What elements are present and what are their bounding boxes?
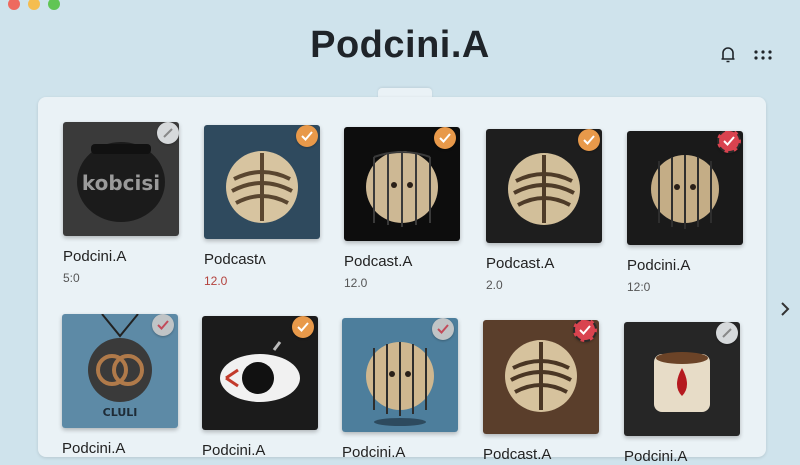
podcast-artwork	[344, 127, 460, 241]
grid-dots-icon[interactable]	[752, 44, 774, 66]
checkbox-icon[interactable]	[716, 322, 738, 344]
podcast-name: Podcini.A	[624, 448, 688, 465]
podcast-artwork	[486, 129, 602, 243]
app-title: Podcini.A	[310, 24, 490, 66]
podcast-name: Podcini.A	[202, 442, 266, 459]
podcast-value: 2.0	[486, 278, 503, 292]
podcast-card[interactable]: Podcini.A	[624, 322, 740, 465]
podcast-name: Podcini.A	[62, 440, 126, 457]
podcast-artwork: CLULI	[62, 314, 178, 428]
podcast-card[interactable]: Podcini.A 12:0	[627, 131, 743, 294]
podcast-name: Podcini.A	[63, 248, 127, 265]
close-window-button[interactable]	[8, 0, 20, 10]
podcast-artwork	[483, 320, 599, 434]
checkbox-icon[interactable]	[292, 316, 314, 338]
checkbox-icon[interactable]	[296, 125, 318, 147]
window-controls	[0, 0, 800, 14]
podcast-value: 12:0	[627, 280, 651, 294]
checkbox-icon[interactable]	[578, 129, 600, 151]
podcast-artwork	[624, 322, 740, 436]
chevron-right-icon[interactable]	[776, 298, 794, 320]
checkbox-icon[interactable]	[432, 318, 454, 340]
artwork-text: kobcisi	[82, 171, 160, 195]
podcast-name: Podcast.A	[344, 253, 413, 270]
maximize-window-button[interactable]	[48, 0, 60, 10]
podcast-card[interactable]: Podcini.A	[202, 316, 318, 459]
podcast-card[interactable]: Podcastʌ 12.0	[204, 125, 320, 288]
podcast-name: Podcastʌ	[204, 251, 266, 268]
podcast-value: 5:0	[63, 271, 80, 285]
podcast-name: Podcini.A	[627, 257, 691, 274]
podcast-card[interactable]: kobcisi Podcini.A 5:0	[63, 122, 179, 285]
minimize-window-button[interactable]	[28, 0, 40, 10]
podcast-value: 12.0	[204, 274, 228, 288]
podcast-name: Podcast.A	[486, 255, 555, 272]
checkbox-icon[interactable]	[152, 314, 174, 336]
podcast-card[interactable]: Podcast.A	[483, 320, 599, 463]
podcast-value: 12.0	[344, 276, 368, 290]
podcast-name: Podcini.A	[342, 444, 406, 461]
podcast-card[interactable]: CLULI Podcini.A	[62, 314, 178, 457]
podcast-card[interactable]: Podcast.A 12.0	[344, 127, 460, 290]
podcast-artwork	[342, 318, 458, 432]
podcast-name: Podcast.A	[483, 446, 552, 463]
artwork-text: CLULI	[103, 406, 138, 419]
podcast-artwork	[627, 131, 743, 245]
podcast-artwork	[204, 125, 320, 239]
podcast-card[interactable]: Podcast.A 2.0	[486, 129, 602, 292]
podcast-card[interactable]: Podcini.A	[342, 318, 458, 461]
bell-icon[interactable]	[717, 44, 739, 66]
checkbox-icon[interactable]	[434, 127, 456, 149]
checkbox-icon[interactable]	[157, 122, 179, 144]
podcast-artwork: kobcisi	[63, 122, 179, 236]
podcast-artwork	[202, 316, 318, 430]
